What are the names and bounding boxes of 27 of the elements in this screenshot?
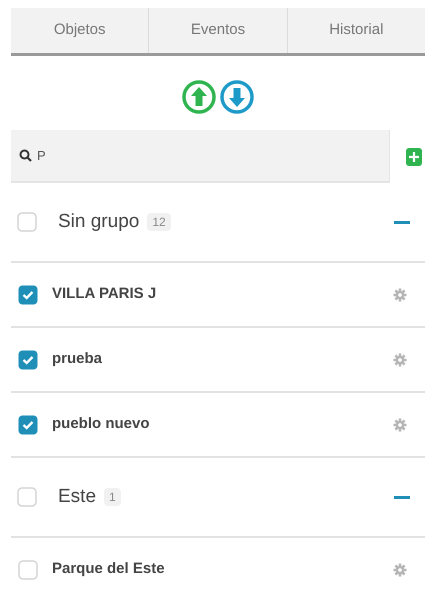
checkbox[interactable]	[17, 487, 37, 507]
upload-icon[interactable]	[182, 80, 216, 114]
settings-icon[interactable]	[393, 562, 407, 576]
search-input: P	[37, 146, 337, 166]
object-name: VILLA PARIS J	[52, 284, 156, 304]
tab[interactable]: Eventos	[148, 8, 287, 53]
search-icon	[19, 149, 32, 162]
object-name: pueblo nuevo	[52, 414, 150, 434]
group-name: Sin grupo	[58, 210, 140, 234]
search-field[interactable]: P	[11, 130, 389, 183]
settings-icon[interactable]	[393, 288, 407, 302]
checkbox[interactable]	[18, 350, 38, 370]
count-badge: 12	[147, 213, 171, 231]
settings-icon[interactable]	[393, 352, 407, 366]
tab[interactable]: Historial	[286, 8, 425, 53]
checkbox[interactable]	[17, 212, 37, 232]
checkbox[interactable]	[18, 284, 38, 304]
object-name: Parque del Este	[52, 559, 165, 580]
settings-icon[interactable]	[393, 418, 407, 432]
download-icon[interactable]	[220, 80, 254, 114]
group-name: Este	[58, 484, 96, 509]
checkbox[interactable]	[18, 414, 38, 434]
checkbox[interactable]	[18, 560, 38, 580]
object-name: prueba	[52, 349, 102, 370]
tab[interactable]: Objetos	[11, 8, 148, 53]
count-badge: 1	[104, 488, 121, 506]
add-icon[interactable]	[406, 148, 422, 166]
